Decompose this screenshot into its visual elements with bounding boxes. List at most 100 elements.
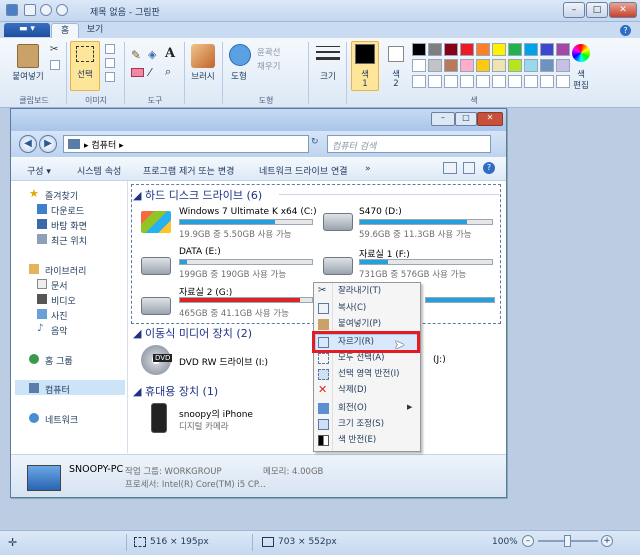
- file-menu-button[interactable]: ▬ ▾: [4, 23, 50, 37]
- help-icon[interactable]: ?: [620, 25, 631, 36]
- save-icon[interactable]: [24, 4, 36, 16]
- minimize-button[interactable]: –: [563, 2, 585, 18]
- palette-swatch[interactable]: [412, 59, 426, 72]
- custom-swatch[interactable]: [492, 75, 506, 88]
- tab-home[interactable]: 홈: [51, 23, 79, 38]
- size-icon-line: [316, 51, 340, 53]
- palette-swatch[interactable]: [476, 59, 490, 72]
- paste-icon[interactable]: [17, 44, 39, 68]
- drive-g-usage-fill: [180, 298, 301, 302]
- explorer-maximize-icon: □: [455, 112, 477, 126]
- fill-bucket-icon[interactable]: ◈: [148, 48, 156, 61]
- palette-swatch[interactable]: [524, 59, 538, 72]
- brushes-button[interactable]: 브러시: [186, 70, 220, 82]
- redo-icon[interactable]: [56, 4, 68, 16]
- mouse-cursor-icon: ➤: [394, 338, 405, 353]
- cut-icon[interactable]: ✂: [50, 44, 58, 55]
- nav-music: 음악: [51, 327, 68, 337]
- zoom-in-button[interactable]: +: [601, 535, 613, 547]
- pencil-icon[interactable]: ✎: [131, 48, 141, 62]
- nav-recent: 최근 위치: [51, 237, 87, 247]
- drive-f-free: 731GB 중 576GB 사용 가능: [359, 270, 467, 280]
- menu-invert-color[interactable]: 색 반전(E): [314, 432, 420, 449]
- eraser-icon[interactable]: [131, 68, 144, 77]
- size-button[interactable]: 크기: [312, 70, 344, 82]
- palette-swatch[interactable]: [428, 43, 442, 56]
- shapes-icon[interactable]: [229, 44, 251, 66]
- paste-button[interactable]: 붙여넣기: [4, 70, 52, 82]
- section-portable: ◢ 휴대용 장치 (1): [133, 385, 219, 398]
- custom-swatch[interactable]: [428, 75, 442, 88]
- custom-swatch[interactable]: [476, 75, 490, 88]
- palette-swatch[interactable]: [460, 59, 474, 72]
- custom-swatch[interactable]: [540, 75, 554, 88]
- paste-menu-icon: [318, 319, 329, 330]
- custom-swatch[interactable]: [444, 75, 458, 88]
- palette-swatch[interactable]: [540, 43, 554, 56]
- size-icon[interactable]: [316, 46, 340, 47]
- explorer-search: 컴퓨터 검색: [327, 135, 491, 153]
- music-icon: ♪: [37, 323, 44, 334]
- brush-icon[interactable]: [191, 44, 215, 68]
- edit-colors-icon[interactable]: [572, 44, 590, 62]
- palette-swatch[interactable]: [508, 59, 522, 72]
- color-palette: [412, 43, 570, 93]
- palette-swatch[interactable]: [556, 43, 570, 56]
- palette-swatch[interactable]: [476, 43, 490, 56]
- color2-swatch[interactable]: [388, 46, 404, 62]
- group-separator: [346, 42, 347, 104]
- palette-swatch[interactable]: [524, 43, 538, 56]
- select-label: 선택: [77, 70, 93, 80]
- custom-swatch[interactable]: [508, 75, 522, 88]
- tab-view[interactable]: 보기: [80, 23, 110, 38]
- palette-swatch[interactable]: [492, 43, 506, 56]
- palette-swatch[interactable]: [508, 43, 522, 56]
- resize-icon[interactable]: [105, 58, 115, 68]
- menu-delete[interactable]: 삭제(D): [314, 382, 420, 399]
- pasted-explorer-image[interactable]: – □ ✕ ◀ ▶ ▸ 컴퓨터 ▸ ↻ 컴퓨터 검색 구성 ▾ 시스템 속성 프…: [10, 108, 507, 498]
- drive-d-name: S470 (D:): [359, 207, 402, 217]
- pictures-icon: [37, 309, 47, 319]
- fill-button[interactable]: 채우기: [257, 60, 280, 72]
- copy-icon[interactable]: [50, 60, 60, 70]
- drive-d-usage-fill: [360, 220, 467, 224]
- palette-swatch[interactable]: [540, 59, 554, 72]
- computer-nav-icon: [29, 383, 39, 393]
- palette-swatch[interactable]: [460, 43, 474, 56]
- palette-swatch[interactable]: [492, 59, 506, 72]
- rotate-icon[interactable]: [105, 72, 115, 82]
- zoom-out-button[interactable]: –: [522, 535, 534, 547]
- magnifier-icon[interactable]: ⌕: [165, 65, 171, 79]
- custom-swatch[interactable]: [460, 75, 474, 88]
- undo-icon[interactable]: [40, 4, 52, 16]
- menu-cut[interactable]: 잘라내기(T): [314, 283, 420, 300]
- select-icon: [76, 46, 94, 62]
- device-name: snoopy의 iPhone: [179, 410, 253, 420]
- palette-swatch[interactable]: [412, 43, 426, 56]
- palette-swatch[interactable]: [444, 59, 458, 72]
- custom-swatch[interactable]: [524, 75, 538, 88]
- menu-copy[interactable]: 복사(C): [314, 300, 420, 317]
- zoom-level: 100%: [492, 537, 518, 547]
- palette-swatch[interactable]: [428, 59, 442, 72]
- menu-rotate[interactable]: 회전(O): [314, 400, 420, 417]
- menu-invert-selection[interactable]: 선택 영역 반전(I): [314, 366, 420, 383]
- menu-resize[interactable]: 크기 조정(S): [314, 416, 420, 433]
- drive-e-usage-bar: [179, 259, 313, 265]
- network-icon: [29, 413, 39, 423]
- color-picker-icon[interactable]: ⁄: [149, 66, 151, 79]
- paint-app-icon[interactable]: [6, 4, 18, 16]
- close-button[interactable]: ✕: [609, 2, 637, 18]
- zoom-slider-thumb[interactable]: [564, 535, 571, 547]
- homegroup-icon: [29, 354, 39, 364]
- palette-swatch[interactable]: [444, 43, 458, 56]
- text-tool-icon[interactable]: A: [165, 46, 175, 61]
- outline-button[interactable]: 윤곽선: [257, 46, 280, 58]
- maximize-button[interactable]: □: [586, 2, 608, 18]
- crop-icon[interactable]: [105, 44, 115, 54]
- address-box: ▸ 컴퓨터 ▸: [63, 135, 309, 153]
- section-removable: ◢ 이동식 미디어 장치 (2): [133, 327, 252, 340]
- custom-swatch[interactable]: [412, 75, 426, 88]
- shapes-button[interactable]: 도형: [224, 70, 254, 82]
- dvd-drive-name: DVD RW 드라이브 (I:): [179, 358, 269, 368]
